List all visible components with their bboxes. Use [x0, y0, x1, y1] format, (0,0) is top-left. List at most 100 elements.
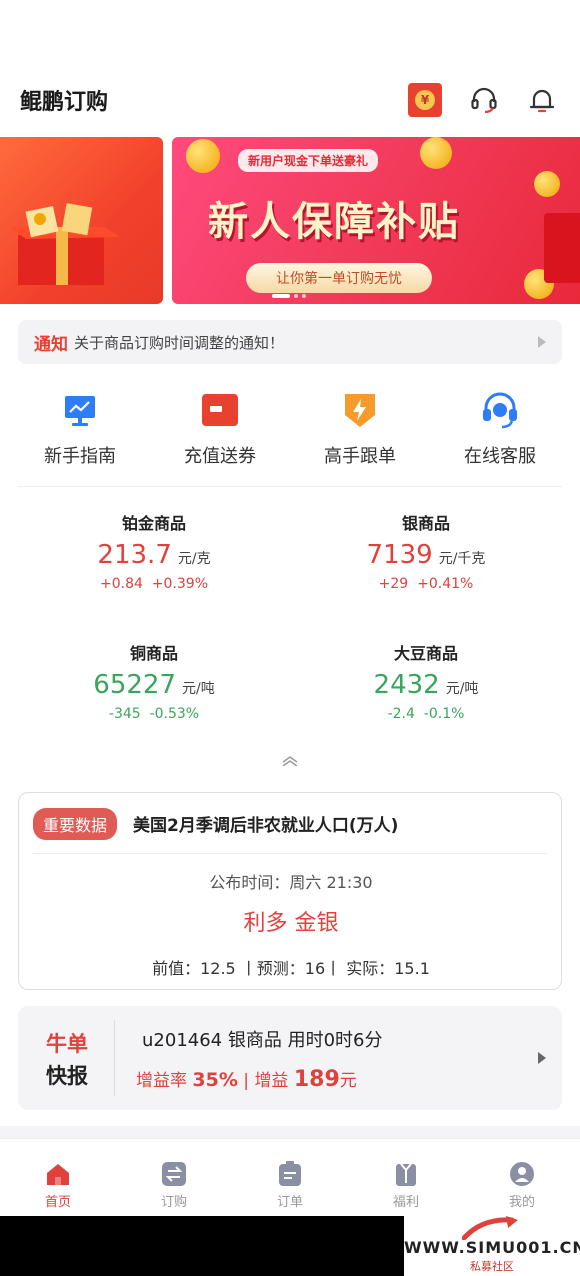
- notice-tag: 通知: [34, 334, 68, 355]
- gift-box-icon: [10, 203, 120, 285]
- app-header: 鲲鹏订购 ¥: [0, 70, 580, 130]
- watermark-site: WWW.SIMU001.CN: [404, 1238, 580, 1257]
- headset-icon: [478, 388, 522, 432]
- divider: [114, 1020, 115, 1096]
- carousel-dot: [302, 294, 306, 298]
- quote-copper[interactable]: 铜商品 65227 元/吨 -345 -0.53%: [18, 640, 290, 722]
- banner-pill: 让你第一单订购无忧: [246, 263, 432, 293]
- market-impact: 利多 金银: [243, 911, 339, 936]
- bottom-tab-bar: 首页 订购 订单 福利 我的: [0, 1138, 580, 1216]
- gain-rate-value: 35%: [192, 1069, 238, 1091]
- bull-report-title-2: 快报: [46, 1064, 88, 1088]
- bull-report-detail: u201464 银商品 用时0时6分: [142, 1030, 383, 1051]
- quote-name: 大豆商品: [393, 644, 458, 663]
- carousel-dot: [294, 294, 298, 298]
- tab-label: 福利: [392, 1195, 419, 1210]
- quote-unit: 元/吨: [445, 681, 479, 697]
- collapse-chevron-up-icon[interactable]: [282, 756, 298, 766]
- quote-change-pct: -0.53%: [149, 706, 200, 722]
- quote-change: +0.84 +0.39%: [18, 576, 290, 592]
- quote-name: 铜商品: [129, 644, 178, 663]
- quote-name: 铂金商品: [121, 514, 186, 533]
- section-separator: [0, 1126, 580, 1138]
- publish-time: 公布时间：周六 21:30: [209, 873, 373, 892]
- tab-benefits[interactable]: 福利: [348, 1139, 464, 1216]
- app-title: 鲲鹏订购: [20, 90, 109, 115]
- quote-price: 213.7: [97, 540, 172, 570]
- shortcut-label: 在线客服: [464, 446, 536, 467]
- quote-change-pct: +0.41%: [417, 576, 474, 592]
- quote-change: -2.4 -0.1%: [290, 706, 562, 722]
- red-packet-icon[interactable]: ¥: [408, 83, 442, 117]
- divider: [33, 853, 547, 854]
- quote-soybean[interactable]: 大豆商品 2432 元/吨 -2.4 -0.1%: [290, 640, 562, 722]
- chevron-right-icon: [538, 1052, 546, 1064]
- gain-unit: 元: [339, 1071, 357, 1091]
- gift-box-icon: [544, 213, 580, 283]
- tab-label: 订购: [160, 1195, 187, 1210]
- page: 鲲鹏订购 ¥ 新用户现金下单送豪礼 新人保障补贴 让你第一单订购无忧 通知 关于…: [0, 0, 580, 1276]
- chevron-right-icon: [538, 336, 546, 348]
- banner-slide-current[interactable]: 新用户现金下单送豪礼 新人保障补贴 让你第一单订购无忧: [172, 137, 580, 304]
- quote-change-abs: +0.84: [99, 576, 143, 592]
- gain-rate-label: 增益率: [136, 1071, 187, 1091]
- monitor-chart-icon: [58, 388, 102, 432]
- quote-change-abs: +29: [378, 576, 409, 592]
- shortcut-label: 高手跟单: [324, 446, 396, 467]
- shortcut-label: 充值送券: [184, 446, 256, 467]
- clipboard-icon: [279, 1161, 301, 1186]
- notification-bell-icon[interactable]: [524, 82, 560, 118]
- gift-icon: [396, 1163, 416, 1186]
- bull-report-title-1: 牛单: [46, 1032, 88, 1056]
- home-icon: [47, 1164, 69, 1185]
- notice-text: 关于商品订购时间调整的通知！: [74, 333, 285, 352]
- quote-change-abs: -345: [108, 706, 141, 722]
- tab-profile[interactable]: 我的: [464, 1139, 580, 1216]
- banner-slide-previous[interactable]: [0, 137, 163, 304]
- important-data-card[interactable]: 重要数据 美国2月季调后非农就业人口(万人) 公布时间：周六 21:30 利多 …: [18, 792, 562, 990]
- quote-unit: 元/千克: [438, 551, 486, 567]
- watermark: WWW.SIMU001.CN 私募社区: [404, 1216, 580, 1276]
- watermark-logo-icon: [462, 1216, 518, 1240]
- shortcut-grid: 新手指南 充值送券 高手跟单 在线客服: [10, 388, 570, 478]
- tab-label: 首页: [44, 1195, 71, 1210]
- data-card-title: 美国2月季调后非农就业人口(万人): [133, 816, 399, 836]
- tab-orders[interactable]: 订单: [232, 1139, 348, 1216]
- important-data-tag: 重要数据: [33, 808, 118, 840]
- data-values: 前值：12.5 丨预测：16丨 实际：15.1: [152, 959, 430, 978]
- watermark-sub: 私募社区: [470, 1260, 514, 1273]
- coin-icon: [186, 139, 220, 173]
- customer-service-icon[interactable]: [466, 82, 502, 118]
- lightning-shield-icon: [338, 388, 382, 432]
- wallet-icon: [198, 388, 242, 432]
- quote-platinum[interactable]: 铂金商品 213.7 元/克 +0.84 +0.39%: [18, 510, 290, 592]
- quote-change: +29 +0.41%: [290, 576, 562, 592]
- tab-subscribe[interactable]: 订购: [116, 1139, 232, 1216]
- carousel-indicator: [272, 294, 306, 298]
- divider: [18, 486, 562, 487]
- notice-bar[interactable]: 通知 关于商品订购时间调整的通知！: [18, 320, 562, 364]
- quote-change-abs: -2.4: [387, 706, 415, 722]
- shortcut-beginner-guide[interactable]: 新手指南: [10, 388, 150, 478]
- shortcut-recharge-coupon[interactable]: 充值送券: [150, 388, 290, 478]
- quote-silver[interactable]: 银商品 7139 元/千克 +29 +0.41%: [290, 510, 562, 592]
- quote-price: 2432: [373, 670, 440, 700]
- gain-value: 189: [293, 1067, 340, 1092]
- quote-price: 7139: [366, 540, 433, 570]
- quote-change-pct: -0.1%: [423, 706, 465, 722]
- shortcut-label: 新手指南: [44, 446, 116, 467]
- banner-headline: 新人保障补贴: [208, 199, 460, 245]
- tab-home[interactable]: 首页: [0, 1139, 116, 1216]
- carousel-dot-active: [272, 294, 290, 298]
- tab-label: 订单: [276, 1195, 303, 1210]
- bull-report-card[interactable]: 牛单 快报 u201464 银商品 用时0时6分 增益率 35% | 增益 18…: [18, 1006, 562, 1110]
- banner-badge: 新用户现金下单送豪礼: [238, 149, 379, 172]
- quote-unit: 元/克: [177, 551, 211, 567]
- quote-change-pct: +0.39%: [151, 576, 209, 592]
- swap-icon: [162, 1162, 186, 1186]
- coin-icon: [420, 137, 452, 169]
- gain-label: 增益: [254, 1071, 289, 1091]
- quote-price: 65227: [93, 670, 176, 700]
- shortcut-expert-follow[interactable]: 高手跟单: [290, 388, 430, 478]
- shortcut-online-support[interactable]: 在线客服: [430, 388, 570, 478]
